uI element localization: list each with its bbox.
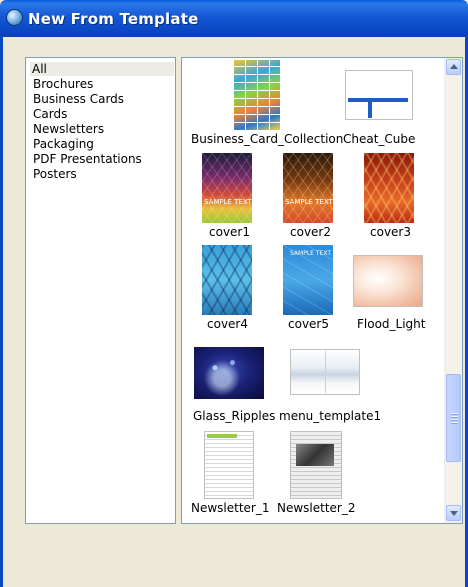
template-label-glass-ripples[interactable]: Glass_Ripples [193, 409, 275, 423]
cover1-sample-text: SAMPLE TEXT [204, 198, 252, 206]
title-bar[interactable]: New From Template [0, 0, 468, 37]
thumbnail-glass-ripples[interactable] [194, 347, 264, 399]
category-item-pdf-presentations[interactable]: PDF Presentations [31, 152, 144, 166]
newsletter-1-header [207, 434, 237, 438]
category-item-cards[interactable]: Cards [31, 107, 69, 121]
scroll-down-button[interactable] [446, 505, 461, 521]
scroll-grip [451, 419, 458, 421]
thumbnail-flood-light[interactable] [353, 255, 423, 307]
thumbnail-cover3[interactable] [364, 153, 414, 223]
category-item-all[interactable]: All [30, 62, 174, 76]
newsletter-2-photo [296, 444, 334, 466]
category-item-posters[interactable]: Posters [31, 167, 79, 181]
scroll-up-button[interactable] [446, 59, 461, 75]
template-grid-scrollbar[interactable] [444, 58, 462, 523]
template-label-newsletter-1[interactable]: Newsletter_1 [191, 501, 270, 515]
thumbnail-cover4[interactable] [202, 245, 252, 315]
template-label-cover1[interactable]: cover1 [209, 225, 250, 239]
template-grid[interactable]: Business_Card_Collection Cheat_Cube SAMP… [181, 57, 463, 524]
thumbnail-newsletter-1[interactable] [204, 431, 254, 499]
template-label-cover2[interactable]: cover2 [290, 225, 331, 239]
category-item-business-cards[interactable]: Business Cards [31, 92, 126, 106]
template-label-flood-light[interactable]: Flood_Light [357, 317, 425, 331]
window-title: New From Template [28, 10, 199, 28]
cover5-sample-text: SAMPLE TEXT [290, 250, 331, 257]
category-item-newsletters[interactable]: Newsletters [31, 122, 106, 136]
thumbnail-cover1[interactable] [202, 153, 252, 223]
chevron-up-icon [450, 64, 458, 69]
thumbnail-cheat-cube[interactable] [345, 70, 413, 120]
scroll-thumb[interactable] [446, 374, 461, 462]
template-label-cover5[interactable]: cover5 [288, 317, 329, 331]
thumbnail-business-card-collection[interactable] [234, 60, 280, 130]
template-label-menu-template1[interactable]: menu_template1 [279, 409, 381, 423]
template-label-cover3[interactable]: cover3 [370, 225, 411, 239]
scroll-grip [451, 413, 458, 415]
template-label-cover4[interactable]: cover4 [207, 317, 248, 331]
thumbnail-cover2[interactable] [283, 153, 333, 223]
menu-template1-fold [325, 351, 326, 393]
category-list[interactable]: All Brochures Business Cards Cards Newsl… [25, 57, 176, 524]
template-label-business-card-collection[interactable]: Business_Card_Collection [191, 132, 343, 146]
scroll-grip [451, 422, 458, 424]
cheat-cube-graphic [348, 98, 408, 102]
category-item-brochures[interactable]: Brochures [31, 77, 95, 91]
cheat-cube-graphic-stem [368, 98, 372, 118]
scroll-grip [451, 416, 458, 418]
app-globe-icon [6, 9, 23, 26]
category-item-packaging[interactable]: Packaging [31, 137, 96, 151]
cover2-sample-text: SAMPLE TEXT [285, 198, 333, 206]
template-label-cheat-cube[interactable]: Cheat_Cube [343, 132, 415, 146]
template-label-newsletter-2[interactable]: Newsletter_2 [277, 501, 356, 515]
chevron-down-icon [450, 511, 458, 516]
